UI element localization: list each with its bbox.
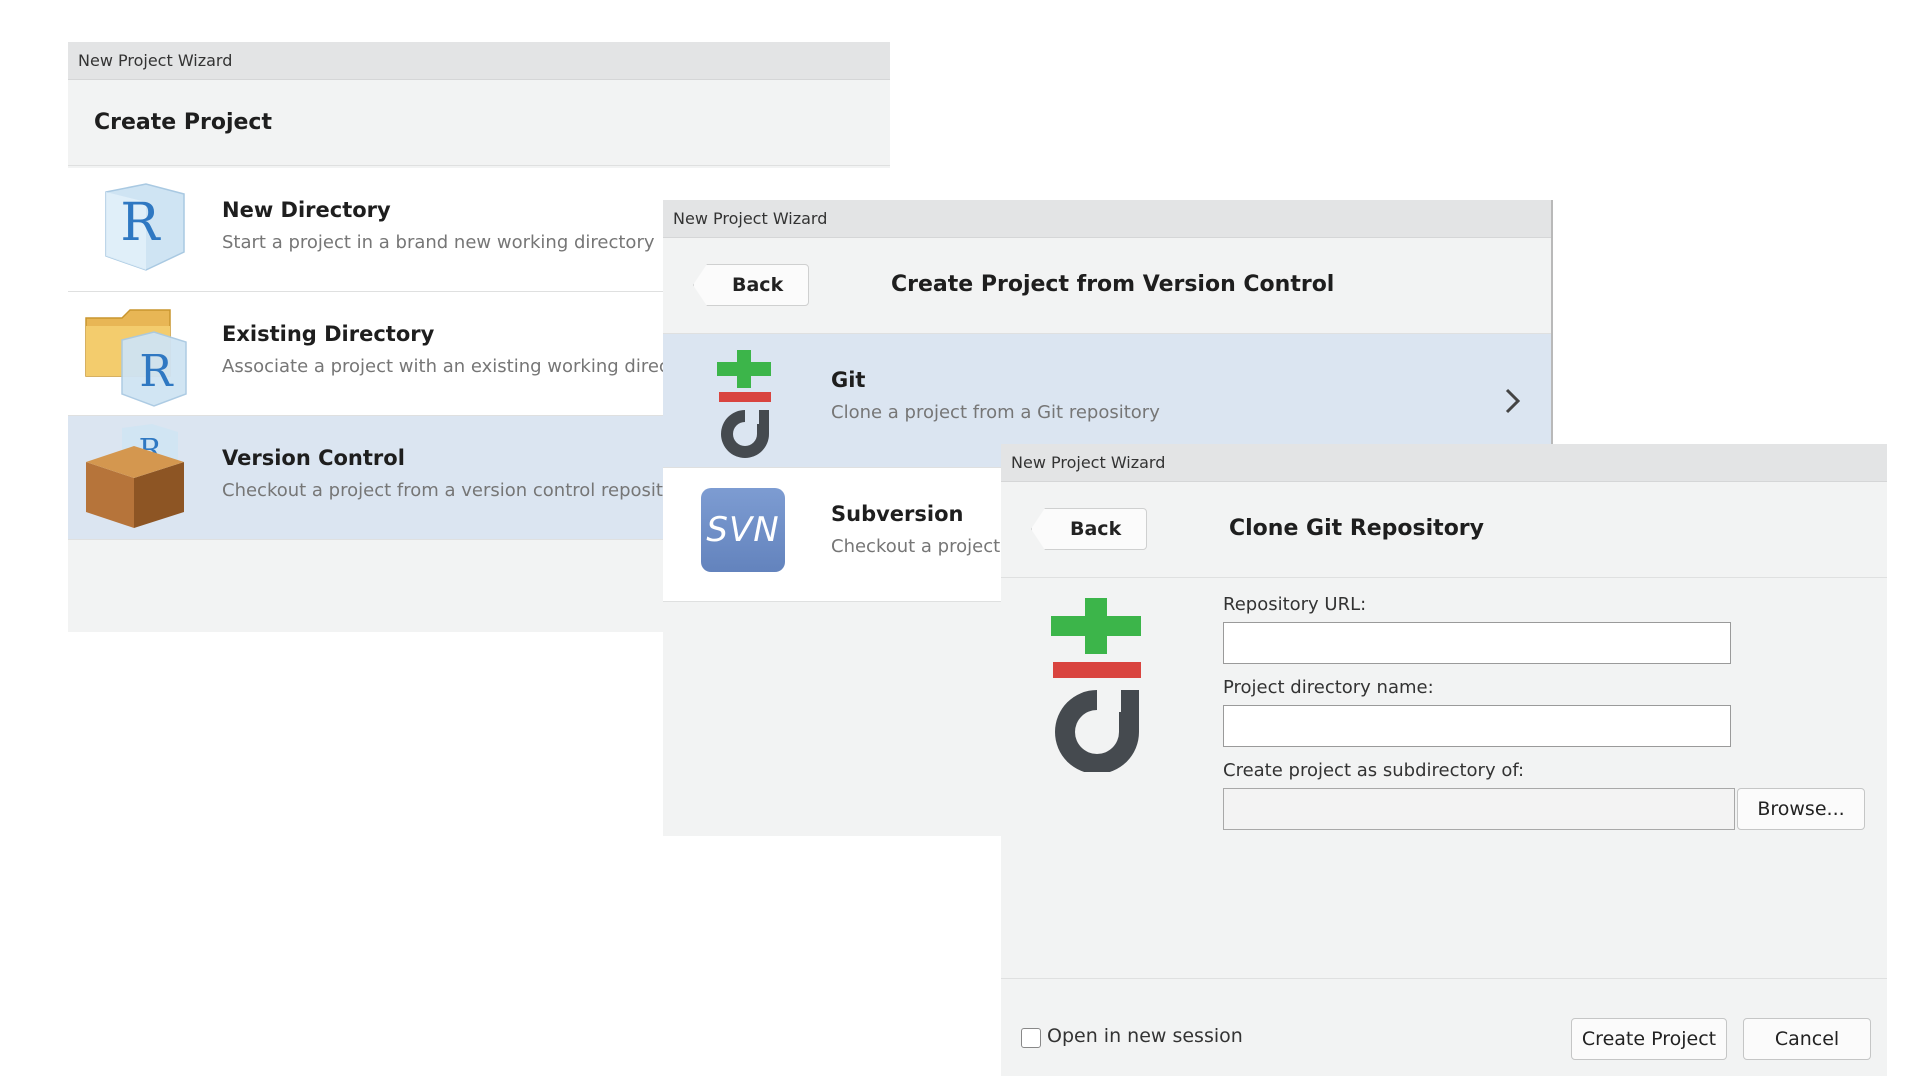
option-description: Start a project in a brand new working d…: [222, 232, 655, 253]
option-description: Associate a project with an existing wor…: [222, 356, 705, 377]
git-icon: [717, 350, 771, 458]
svg-text:R: R: [120, 193, 161, 253]
dialog-header: Create Project: [68, 80, 890, 166]
page-title: Clone Git Repository: [1229, 516, 1484, 541]
repository-url-label: Repository URL:: [1223, 594, 1367, 615]
browse-button[interactable]: Browse...: [1737, 788, 1865, 830]
clone-git-dialog: New Project Wizard Back Clone Git Reposi…: [1001, 444, 1887, 1076]
option-title: Existing Directory: [222, 322, 435, 346]
back-button[interactable]: Back: [1031, 508, 1147, 550]
window-title: New Project Wizard: [1001, 444, 1887, 482]
option-description: Clone a project from a Git repository: [831, 402, 1160, 423]
repository-url-input[interactable]: [1223, 622, 1731, 664]
option-description: Checkout a project from a version contro…: [222, 480, 693, 501]
window-title: New Project Wizard: [68, 42, 890, 80]
chevron-right-icon: [1505, 388, 1521, 414]
page-title: Create Project: [94, 110, 272, 135]
project-directory-name-label: Project directory name:: [1223, 677, 1434, 698]
create-project-button[interactable]: Create Project: [1571, 1018, 1727, 1060]
git-icon: [1051, 598, 1141, 772]
page-title: Create Project from Version Control: [891, 272, 1335, 297]
svg-text:R: R: [139, 346, 174, 397]
open-new-session-label[interactable]: Open in new session: [1047, 1025, 1243, 1047]
svn-icon-text: SVN: [706, 510, 780, 550]
subdirectory-input[interactable]: [1223, 788, 1735, 830]
box-icon: R: [86, 424, 184, 528]
dialog-header: Back Clone Git Repository: [1001, 482, 1887, 578]
option-title: Subversion: [831, 502, 964, 526]
back-button[interactable]: Back: [693, 264, 809, 306]
dialog-header: Back Create Project from Version Control: [663, 238, 1551, 334]
project-directory-name-input[interactable]: [1223, 705, 1731, 747]
option-description: Checkout a project: [831, 536, 1001, 557]
svn-icon: SVN: [701, 488, 785, 572]
subdirectory-label: Create project as subdirectory of:: [1223, 760, 1525, 781]
cancel-button[interactable]: Cancel: [1743, 1018, 1871, 1060]
window-title: New Project Wizard: [663, 200, 1551, 238]
footer-divider: [1001, 978, 1887, 979]
option-title: New Directory: [222, 198, 391, 222]
open-new-session-checkbox[interactable]: [1021, 1028, 1041, 1048]
r-cube-icon: R: [105, 183, 185, 271]
option-title: Git: [831, 368, 866, 392]
option-title: Version Control: [222, 446, 405, 470]
folder-r-icon: R: [85, 309, 187, 407]
